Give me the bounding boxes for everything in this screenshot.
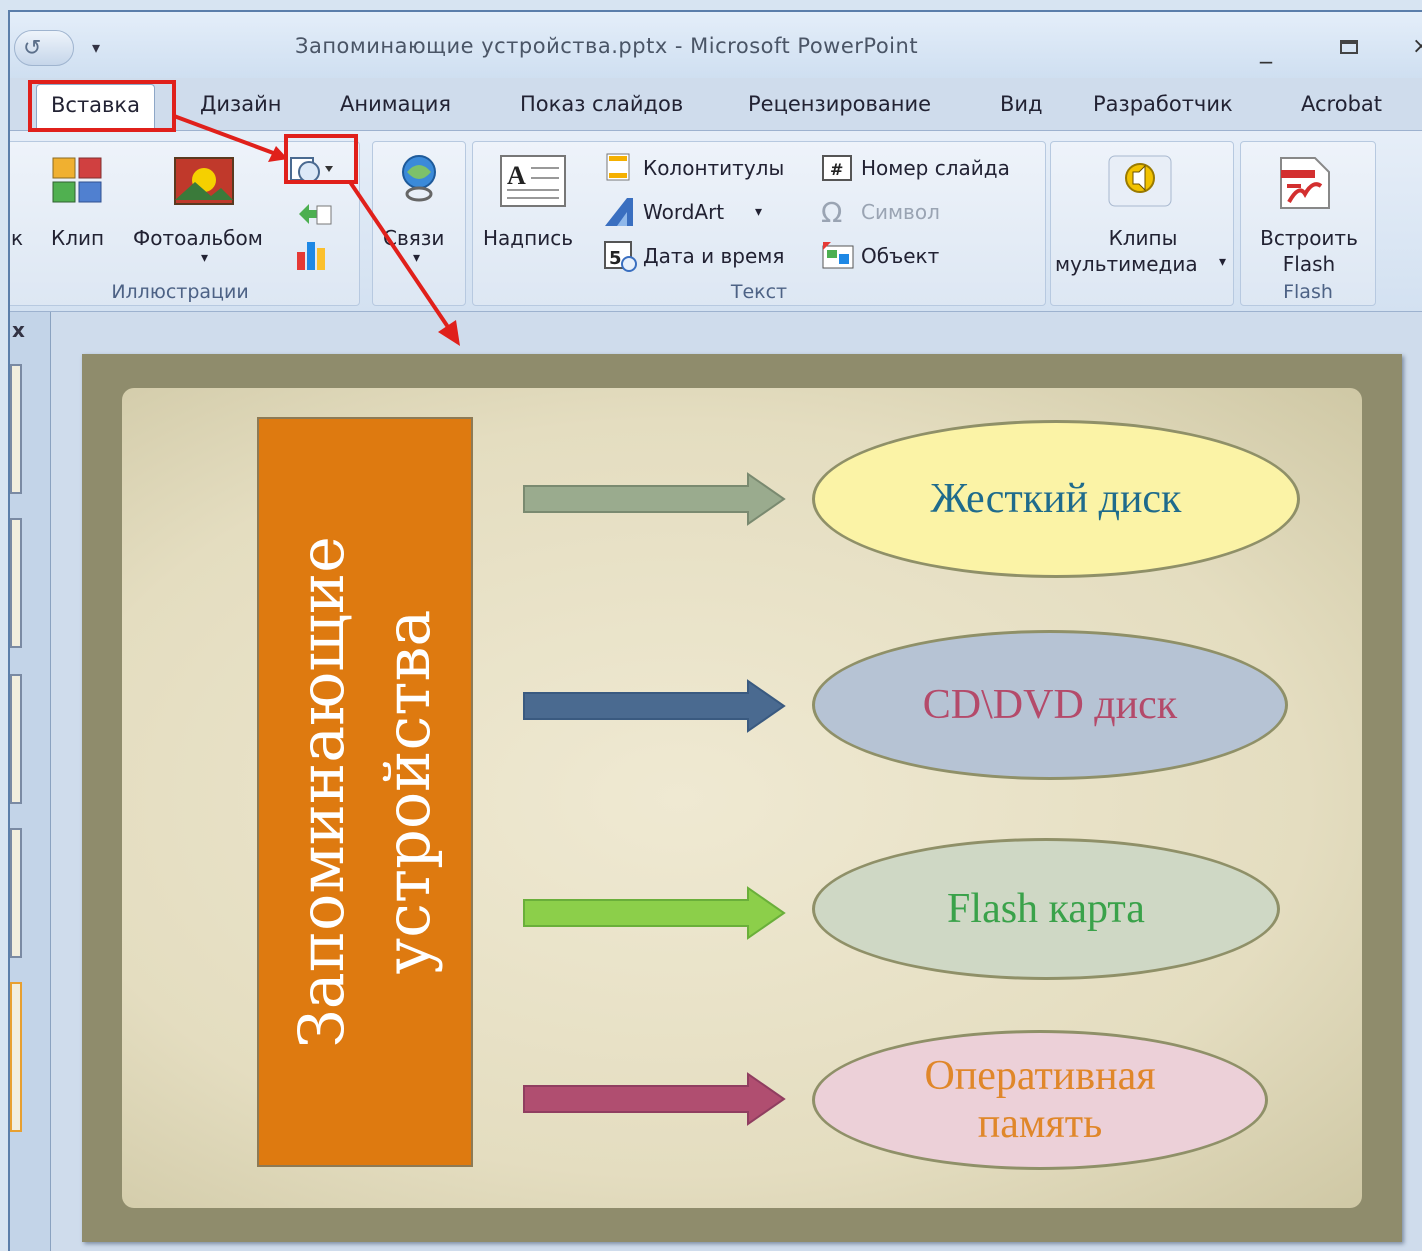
textbox-button[interactable]: Надпись: [483, 226, 573, 250]
undo-button[interactable]: ↺: [14, 30, 74, 66]
group-label-illustrations: Иллюстрации: [111, 281, 249, 303]
svg-text:A: A: [507, 161, 526, 190]
maximize-button[interactable]: [1340, 40, 1358, 54]
group-label-flash: Flash: [1283, 281, 1333, 303]
arrow-1[interactable]: [522, 472, 786, 526]
photoalbum-button[interactable]: Фотоальбом: [133, 226, 263, 250]
media-clips-label-1[interactable]: Клипы: [1051, 226, 1235, 250]
textbox-icon[interactable]: A: [499, 154, 569, 210]
slide-number-icon[interactable]: #: [821, 154, 853, 182]
flash-card-label: Flash карта: [947, 886, 1145, 932]
clip-icon[interactable]: [51, 156, 107, 208]
group-label-text: Текст: [730, 281, 788, 303]
header-footer-icon[interactable]: [605, 152, 633, 182]
ram-ellipse[interactable]: Оперативная память: [812, 1030, 1268, 1170]
wordart-icon[interactable]: [603, 196, 637, 228]
photoalbum-icon[interactable]: [171, 152, 241, 210]
title-bar: ↺ ▾ Запоминающие устройства.pptx - Micro…: [10, 12, 1422, 78]
powerpoint-window: ↺ ▾ Запоминающие устройства.pptx - Micro…: [8, 10, 1422, 1251]
ribbon: к Клип Фотоальбом ▾ Иллюстрации Связи ▾ …: [10, 130, 1422, 312]
tab-animation[interactable]: Анимация: [340, 92, 451, 116]
tab-design[interactable]: Дизайн: [200, 92, 281, 116]
chart-icon[interactable]: [295, 238, 333, 272]
symbol-icon: Ω: [821, 196, 843, 229]
group-text: A Надпись Колонтитулы WordArt ▾ 5 Дата и…: [472, 141, 1046, 306]
media-clips-icon[interactable]: [1107, 154, 1173, 210]
arrow-1-shape: [523, 472, 786, 526]
close-pane-icon[interactable]: x: [12, 318, 25, 342]
wordart-dropdown-icon[interactable]: ▾: [755, 204, 762, 220]
tab-slideshow[interactable]: Показ слайдов: [520, 92, 683, 116]
object-button[interactable]: Объект: [861, 244, 939, 268]
flash-pdf-icon[interactable]: [1275, 154, 1337, 212]
links-dropdown-icon[interactable]: ▾: [413, 250, 420, 266]
tab-insert[interactable]: Вставка: [36, 84, 155, 132]
storage-devices-box[interactable]: Запоминающие устройства: [257, 417, 473, 1167]
svg-text:#: #: [830, 160, 843, 179]
close-button[interactable]: ×: [1412, 34, 1422, 59]
svg-text:5: 5: [609, 248, 622, 269]
object-icon[interactable]: [821, 240, 857, 270]
window-title: Запоминающие устройства.pptx - Microsoft…: [295, 34, 919, 58]
slide-thumbnail-selected[interactable]: [10, 982, 22, 1132]
embed-flash-label-2[interactable]: Flash: [1241, 252, 1377, 276]
wordart-button[interactable]: WordArt: [643, 200, 724, 224]
group-flash: Встроить Flash Flash: [1240, 141, 1376, 306]
hard-disk-label: Жесткий диск: [930, 476, 1182, 522]
media-clips-dropdown-icon[interactable]: ▾: [1219, 254, 1226, 270]
ribbon-tabs: Вставка Дизайн Анимация Показ слайдов Ре…: [10, 84, 1422, 132]
arrow-2[interactable]: [522, 679, 786, 733]
links-icon[interactable]: [397, 154, 443, 204]
photoalbum-dropdown-icon[interactable]: ▾: [201, 250, 208, 266]
cd-dvd-label: CD\DVD диск: [922, 682, 1178, 728]
slides-pane: x: [10, 312, 51, 1251]
arrow-2-shape: [523, 679, 786, 733]
minimize-button[interactable]: _: [1260, 36, 1278, 66]
clip-button[interactable]: Клип: [51, 226, 104, 250]
media-clips-label-2[interactable]: мультимедиа: [1055, 252, 1198, 276]
tab-developer[interactable]: Разработчик: [1093, 92, 1233, 116]
cd-dvd-ellipse[interactable]: CD\DVD диск: [812, 630, 1288, 780]
slide-thumbnail[interactable]: [10, 364, 22, 494]
picture-button-partial[interactable]: к: [11, 226, 23, 250]
slide-thumbnail[interactable]: [10, 518, 22, 648]
slide-canvas[interactable]: Запоминающие устройства Жесткий диск CD\…: [82, 354, 1402, 1242]
arrow-4-shape: [523, 1072, 786, 1126]
slide-thumbnail[interactable]: [10, 828, 22, 958]
group-illustrations: к Клип Фотоальбом ▾ Иллюстрации: [10, 141, 360, 306]
arrow-3-shape: [523, 886, 786, 940]
datetime-button[interactable]: Дата и время: [643, 244, 784, 268]
tab-view[interactable]: Вид: [1000, 92, 1043, 116]
embed-flash-label-1[interactable]: Встроить: [1241, 226, 1377, 250]
tab-review[interactable]: Рецензирование: [748, 92, 931, 116]
group-media: Клипы мультимедиа ▾: [1050, 141, 1234, 306]
slide-number-button[interactable]: Номер слайда: [861, 156, 1010, 180]
arrow-3[interactable]: [522, 886, 786, 940]
hard-disk-ellipse[interactable]: Жесткий диск: [812, 420, 1300, 578]
header-footer-button[interactable]: Колонтитулы: [643, 156, 784, 180]
annotation-arrow-2-head: [438, 320, 460, 346]
smartart-icon[interactable]: [297, 200, 333, 230]
group-links: Связи ▾: [372, 141, 466, 306]
shapes-icon[interactable]: [287, 152, 337, 186]
undo-icon: ↺: [23, 36, 42, 61]
flash-card-ellipse[interactable]: Flash карта: [812, 838, 1280, 980]
symbol-button[interactable]: Символ: [861, 200, 940, 224]
links-button[interactable]: Связи: [383, 226, 444, 250]
ram-label: Оперативная память: [924, 1053, 1156, 1147]
slide-thumbnail[interactable]: [10, 674, 22, 804]
storage-devices-title: Запоминающие устройства: [285, 536, 444, 1048]
qat-customize-icon[interactable]: ▾: [92, 38, 100, 57]
datetime-icon[interactable]: 5: [603, 240, 639, 272]
arrow-4[interactable]: [522, 1072, 786, 1126]
tab-acrobat[interactable]: Acrobat: [1301, 92, 1382, 116]
